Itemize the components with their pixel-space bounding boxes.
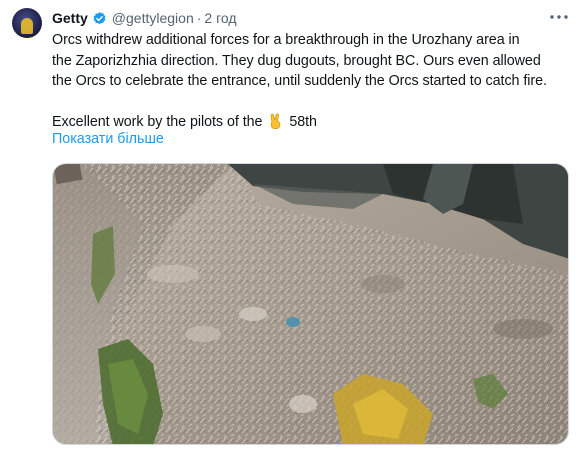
tweet-text-line-4-suffix: 58th — [289, 114, 317, 130]
author-name[interactable]: Getty — [52, 10, 88, 26]
tweet-timestamp[interactable]: 2 год — [204, 10, 236, 26]
tweet-text: Orcs withdrew additional forces for a br… — [52, 30, 578, 133]
author-avatar[interactable] — [12, 8, 42, 38]
verified-badge-icon — [92, 11, 107, 26]
author-handle[interactable]: @gettylegion — [112, 10, 194, 26]
tweet-header: Getty @gettylegion · 2 год — [52, 7, 237, 29]
tweet-text-line-4: Excellent work by the pilots of the 58th — [52, 112, 578, 133]
tweet-text-line-3: the Orcs to celebrate the entrance, unti… — [52, 73, 547, 89]
tweet-text-line-4-prefix: Excellent work by the pilots of the — [52, 114, 263, 130]
victory-hand-emoji-icon — [268, 113, 283, 130]
show-more-link[interactable]: Показати більше — [52, 131, 164, 147]
avatar-figure — [21, 18, 33, 34]
more-options-icon[interactable] — [548, 10, 570, 24]
header-separator: · — [196, 10, 202, 26]
video-frame-image — [53, 164, 568, 444]
tweet-media-video[interactable] — [52, 163, 569, 445]
tweet-text-line-1: Orcs withdrew additional forces for a br… — [52, 32, 520, 48]
tweet-text-line-2: the Zaporizhzhia direction. They dug dug… — [52, 52, 541, 69]
